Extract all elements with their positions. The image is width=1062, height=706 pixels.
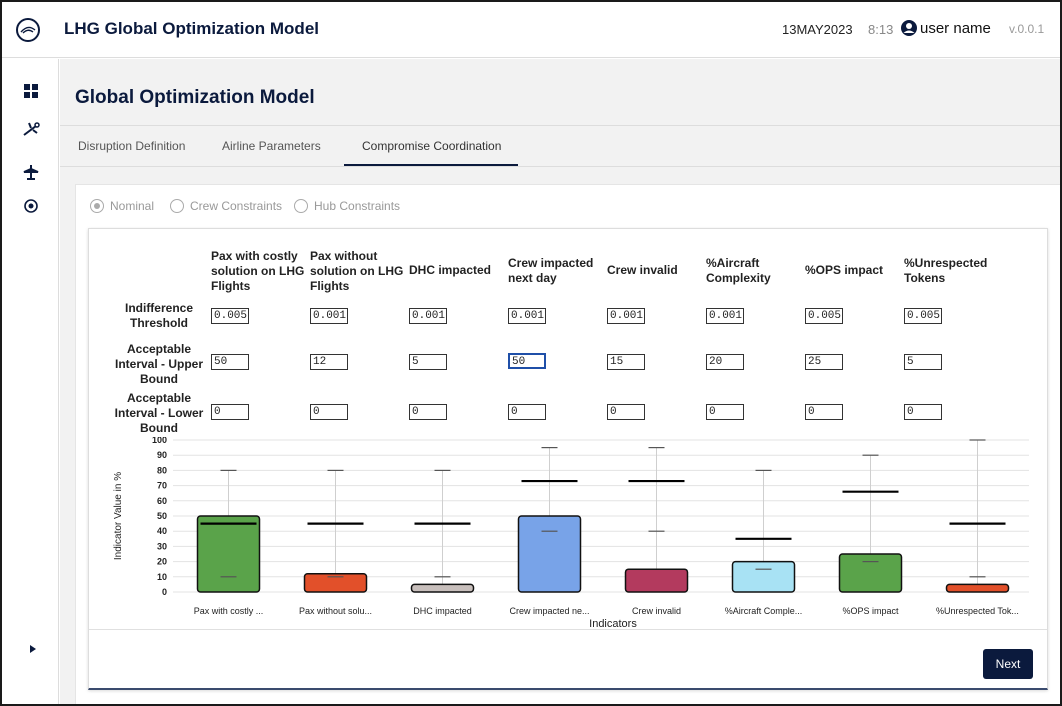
lower-bound-input[interactable]: 0 <box>211 404 249 420</box>
bar <box>196 515 261 593</box>
app-version: v.0.0.1 <box>1009 22 1045 36</box>
next-button[interactable]: Next <box>983 649 1033 679</box>
indifference-input[interactable]: 0.001 <box>706 308 744 324</box>
app-window: LHG Global Optimization Model 13MAY2023 … <box>0 0 1062 706</box>
airline-logo-icon[interactable] <box>16 18 40 42</box>
indifference-input[interactable]: 0.005 <box>211 308 249 324</box>
y-tick-label: 80 <box>157 465 167 475</box>
x-tick-label: %OPS impact <box>842 606 899 616</box>
sidebar <box>2 59 59 704</box>
indifference-input[interactable]: 0.001 <box>508 308 546 324</box>
y-tick-label: 10 <box>157 572 167 582</box>
x-tick-label: %Aircraft Comple... <box>725 606 803 616</box>
lower-bound-input[interactable]: 0 <box>904 404 942 420</box>
row-label-indifference: Indifference Threshold <box>124 301 193 330</box>
tab-airline-parameters[interactable]: Airline Parameters <box>222 139 321 153</box>
lower-bound-input[interactable]: 0 <box>310 404 348 420</box>
indifference-input[interactable]: 0.001 <box>310 308 348 324</box>
radio-nominal-label[interactable]: Nominal <box>110 199 154 213</box>
x-tick-label: Crew impacted ne... <box>509 606 589 616</box>
x-tick-label: DHC impacted <box>413 606 472 616</box>
radio-crew-constraints[interactable] <box>170 199 184 213</box>
active-tab-indicator <box>344 164 518 166</box>
row-label-upper-bound: Acceptable Interval - Upper Bound <box>114 342 204 386</box>
main-area: Global Optimization Model Disruption Def… <box>60 59 1060 704</box>
radio-nominal[interactable] <box>90 199 104 213</box>
indifference-input[interactable]: 0.001 <box>409 308 447 324</box>
y-tick-label: 40 <box>157 526 167 536</box>
y-tick-label: 0 <box>162 587 167 597</box>
x-tick-label: Pax without solu... <box>299 606 372 616</box>
column-header: Pax with costly solution on LHG Flights <box>211 249 305 293</box>
upper-bound-input[interactable]: 25 <box>805 354 843 370</box>
x-tick-label: Crew invalid <box>632 606 681 616</box>
content-panel: Nominal Crew Constraints Hub Constraints… <box>75 184 1060 704</box>
column-header: Crew invalid <box>607 263 678 277</box>
y-tick-label: 20 <box>157 557 167 567</box>
indifference-input[interactable]: 0.005 <box>904 308 942 324</box>
lower-bound-input[interactable]: 0 <box>607 404 645 420</box>
y-tick-label: 90 <box>157 450 167 460</box>
flight-departure-icon[interactable] <box>22 121 40 139</box>
y-tick-label: 50 <box>157 511 167 521</box>
current-date: 13MAY2023 <box>782 22 853 37</box>
column-header: %Unrespected Tokens <box>904 256 988 285</box>
bar <box>410 583 475 593</box>
upper-bound-input[interactable]: 5 <box>904 354 942 370</box>
column-header: Pax without solution on LHG Flights <box>310 249 404 293</box>
top-bar: LHG Global Optimization Model 13MAY2023 … <box>2 2 1060 58</box>
indifference-input[interactable]: 0.005 <box>805 308 843 324</box>
column-header: %Aircraft Complexity <box>706 256 771 285</box>
y-axis-label: Indicator Value in % <box>113 472 124 560</box>
bar <box>624 568 689 593</box>
upper-bound-input[interactable]: 50 <box>211 354 249 370</box>
indicator-chart: 0 10 20 30 40 50 60 70 80 90 100 Indicator Value in… <box>113 437 1029 630</box>
x-tick-label: %Unrespected Tok... <box>936 606 1019 616</box>
page-header: Global Optimization Model <box>60 59 1060 126</box>
target-icon[interactable] <box>22 199 40 217</box>
radio-hub-constraints[interactable] <box>294 199 308 213</box>
upper-bound-input[interactable]: 20 <box>706 354 744 370</box>
tab-disruption-definition[interactable]: Disruption Definition <box>78 139 185 153</box>
y-tick-label: 70 <box>157 481 167 491</box>
airplane-icon[interactable] <box>22 164 40 182</box>
divider <box>89 629 1047 630</box>
y-tick-label: 60 <box>157 496 167 506</box>
lower-bound-input[interactable]: 0 <box>409 404 447 420</box>
bar <box>945 583 1010 593</box>
indifference-input[interactable]: 0.001 <box>607 308 645 324</box>
bar <box>731 560 796 593</box>
upper-bound-input[interactable]: 5 <box>409 354 447 370</box>
column-header: %OPS impact <box>805 263 884 277</box>
upper-bound-input[interactable]: 12 <box>310 354 348 370</box>
x-tick-label: Pax with costly ... <box>194 606 264 616</box>
upper-bound-input[interactable]: 50 <box>508 353 546 369</box>
lower-bound-input[interactable]: 0 <box>706 404 744 420</box>
lower-bound-input[interactable]: 0 <box>805 404 843 420</box>
row-label-lower-bound: Acceptable Interval - Lower Bound <box>114 391 204 435</box>
bar <box>838 553 903 593</box>
column-header: Crew impacted next day <box>508 256 594 285</box>
page-title: Global Optimization Model <box>75 87 315 108</box>
current-time: 8:13 <box>868 22 894 37</box>
bar <box>517 515 582 593</box>
radio-crew-constraints-label[interactable]: Crew Constraints <box>190 199 282 213</box>
dashboard-icon[interactable] <box>22 84 40 102</box>
tab-compromise-coordination[interactable]: Compromise Coordination <box>362 139 501 153</box>
user-avatar-icon[interactable] <box>900 19 918 42</box>
user-name[interactable]: user name <box>920 20 991 37</box>
y-tick-label: 30 <box>157 541 167 551</box>
y-tick-label: 100 <box>152 437 167 445</box>
expand-sidebar-icon[interactable] <box>24 641 42 659</box>
radio-hub-constraints-label[interactable]: Hub Constraints <box>314 199 400 213</box>
upper-bound-input[interactable]: 15 <box>607 354 645 370</box>
compromise-card: Pax with costly solution on LHG Flights … <box>88 228 1048 690</box>
app-title: LHG Global Optimization Model <box>64 19 319 38</box>
tab-bar: Disruption Definition Airline Parameters… <box>60 127 1060 167</box>
column-header: DHC impacted <box>409 263 492 277</box>
lower-bound-input[interactable]: 0 <box>508 404 546 420</box>
